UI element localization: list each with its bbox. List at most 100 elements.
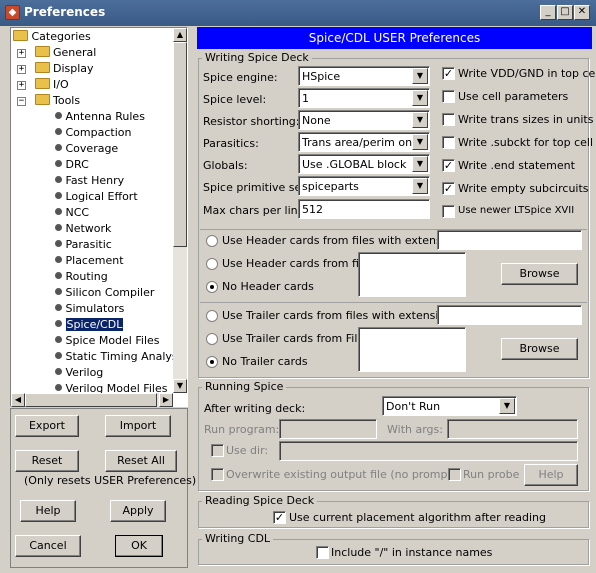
reset-all-button[interactable]: Reset All bbox=[105, 450, 177, 472]
export-button[interactable]: Export bbox=[15, 415, 79, 437]
globals-select[interactable]: Use .GLOBAL block ▼ bbox=[298, 154, 430, 174]
tree-item-tool[interactable]: NCC bbox=[55, 205, 89, 221]
use-placement-algorithm-checkbox[interactable]: ✓ bbox=[273, 511, 286, 524]
spice-level-select[interactable]: 1 ▼ bbox=[298, 88, 430, 108]
tree-item-tools[interactable]: − Tools bbox=[17, 93, 80, 109]
tree-item-tool[interactable]: Simulators bbox=[55, 301, 124, 317]
checkbox-label: Use newer LTSpice XVII bbox=[458, 205, 575, 216]
tree-item-tool[interactable]: Silicon Compiler bbox=[55, 285, 154, 301]
chevron-down-icon[interactable]: ▼ bbox=[412, 134, 428, 150]
scroll-thumb[interactable] bbox=[25, 393, 157, 407]
expand-icon[interactable]: + bbox=[17, 65, 26, 74]
write-vdd-gnd-checkbox[interactable]: ✓ bbox=[442, 67, 455, 80]
header-file-radio[interactable] bbox=[206, 258, 218, 270]
tree-item-tool[interactable]: Fast Henry bbox=[55, 173, 124, 189]
folder-icon bbox=[34, 94, 50, 105]
use-dir-checkbox[interactable] bbox=[211, 444, 224, 457]
trailer-file-textarea[interactable] bbox=[358, 327, 466, 372]
resistor-shorting-select[interactable]: None ▼ bbox=[298, 110, 430, 130]
tree-item-tool[interactable]: Network bbox=[55, 221, 111, 237]
header-ext-input[interactable] bbox=[437, 230, 582, 250]
trailer-ext-radio[interactable] bbox=[206, 310, 218, 322]
after-writing-select[interactable]: Don't Run ▼ bbox=[382, 396, 517, 416]
tree-item-tool[interactable]: Routing bbox=[55, 269, 108, 285]
ok-button[interactable]: OK bbox=[115, 535, 163, 557]
category-tree[interactable]: Categories + General + Display + I/O − T… bbox=[10, 27, 188, 407]
write-empty-subcircuits-checkbox[interactable]: ✓ bbox=[442, 182, 455, 195]
primitive-set-select[interactable]: spiceparts ▼ bbox=[298, 176, 430, 196]
tree-item-io[interactable]: + I/O bbox=[17, 77, 69, 93]
import-button[interactable]: Import bbox=[105, 415, 171, 437]
chevron-down-icon[interactable]: ▼ bbox=[412, 156, 428, 172]
trailer-ext-input[interactable] bbox=[437, 305, 582, 325]
use-cell-parameters-checkbox[interactable] bbox=[442, 90, 455, 103]
expand-icon[interactable]: + bbox=[17, 81, 26, 90]
tree-vertical-scrollbar[interactable]: ▲ ▼ bbox=[173, 28, 187, 393]
tree-item-tool[interactable]: Parasitic bbox=[55, 237, 112, 253]
include-slash-checkbox[interactable] bbox=[316, 546, 329, 559]
no-header-radio[interactable] bbox=[206, 281, 218, 293]
spice-engine-select[interactable]: HSpice ▼ bbox=[298, 66, 430, 86]
tree-item-tool[interactable]: Spice Model Files bbox=[55, 333, 160, 349]
trailer-browse-button[interactable]: Browse bbox=[501, 338, 578, 360]
expand-icon[interactable]: + bbox=[17, 49, 26, 58]
tree-item-tool[interactable]: Logical Effort bbox=[55, 189, 138, 205]
chevron-down-icon[interactable]: ▼ bbox=[412, 178, 428, 194]
group-title: Writing CDL bbox=[202, 532, 274, 545]
with-args-input[interactable] bbox=[447, 419, 578, 439]
globals-label: Globals: bbox=[203, 159, 248, 172]
tree-root[interactable]: Categories bbox=[13, 29, 91, 45]
tree-horizontal-scrollbar[interactable]: ◀ ▶ bbox=[11, 393, 173, 407]
bullet-icon bbox=[55, 192, 62, 199]
header-file-textarea[interactable] bbox=[358, 252, 466, 297]
maximize-icon[interactable]: □ bbox=[557, 5, 573, 20]
write-trans-sizes-checkbox[interactable] bbox=[442, 113, 455, 126]
tree-item-tool[interactable]: Placement bbox=[55, 253, 124, 269]
scroll-thumb[interactable] bbox=[173, 42, 187, 247]
scroll-left-icon[interactable]: ◀ bbox=[11, 393, 25, 407]
minimize-icon[interactable]: _ bbox=[540, 5, 556, 20]
chevron-down-icon[interactable]: ▼ bbox=[412, 112, 428, 128]
max-chars-input[interactable]: 512 bbox=[298, 199, 430, 219]
bullet-icon bbox=[55, 272, 62, 279]
header-browse-button[interactable]: Browse bbox=[501, 263, 578, 285]
tree-item-tool[interactable]: Compaction bbox=[55, 125, 131, 141]
chevron-down-icon[interactable]: ▼ bbox=[412, 90, 428, 106]
write-subckt-checkbox[interactable] bbox=[442, 136, 455, 149]
help-button[interactable]: Help bbox=[20, 500, 76, 522]
collapse-icon[interactable]: − bbox=[17, 97, 26, 106]
use-dir-input[interactable] bbox=[279, 441, 578, 461]
scroll-up-icon[interactable]: ▲ bbox=[173, 28, 187, 42]
tree-item-tool[interactable]: Static Timing Analysis bbox=[55, 349, 186, 365]
run-program-input[interactable] bbox=[279, 419, 377, 439]
header-ext-radio[interactable] bbox=[206, 235, 218, 247]
parasitics-select[interactable]: Trans area/perim only ▼ bbox=[298, 132, 430, 152]
bullet-icon bbox=[55, 352, 62, 359]
use-ltspice-checkbox[interactable] bbox=[442, 205, 455, 218]
overwrite-checkbox[interactable] bbox=[211, 468, 224, 481]
chevron-down-icon[interactable]: ▼ bbox=[412, 68, 428, 84]
tree-item-tool[interactable]: Verilog bbox=[55, 365, 103, 381]
tree-item-tool[interactable]: Coverage bbox=[55, 141, 118, 157]
write-end-checkbox[interactable]: ✓ bbox=[442, 159, 455, 172]
trailer-file-radio[interactable] bbox=[206, 333, 218, 345]
running-help-button[interactable]: Help bbox=[524, 464, 578, 486]
radio-label: Use Trailer cards from File: bbox=[222, 332, 368, 345]
folder-icon bbox=[13, 30, 28, 41]
apply-button[interactable]: Apply bbox=[110, 500, 166, 522]
chevron-down-icon[interactable]: ▼ bbox=[499, 398, 515, 414]
scroll-right-icon[interactable]: ▶ bbox=[159, 393, 173, 407]
tree-item-general[interactable]: + General bbox=[17, 45, 96, 61]
close-icon[interactable]: ✕ bbox=[574, 5, 590, 20]
reset-button[interactable]: Reset bbox=[15, 450, 79, 472]
checkbox-label: Write .subckt for top cell bbox=[458, 136, 594, 149]
scroll-down-icon[interactable]: ▼ bbox=[173, 379, 187, 393]
tree-item-tool-selected[interactable]: Spice/CDL bbox=[55, 317, 124, 333]
tree-item-display[interactable]: + Display bbox=[17, 61, 94, 77]
checkbox-label: Write VDD/GND in top cell bbox=[458, 67, 596, 80]
cancel-button[interactable]: Cancel bbox=[15, 535, 81, 557]
tree-item-tool[interactable]: DRC bbox=[55, 157, 89, 173]
run-probe-checkbox[interactable] bbox=[448, 468, 461, 481]
tree-item-tool[interactable]: Antenna Rules bbox=[55, 109, 145, 125]
no-trailer-radio[interactable] bbox=[206, 356, 218, 368]
